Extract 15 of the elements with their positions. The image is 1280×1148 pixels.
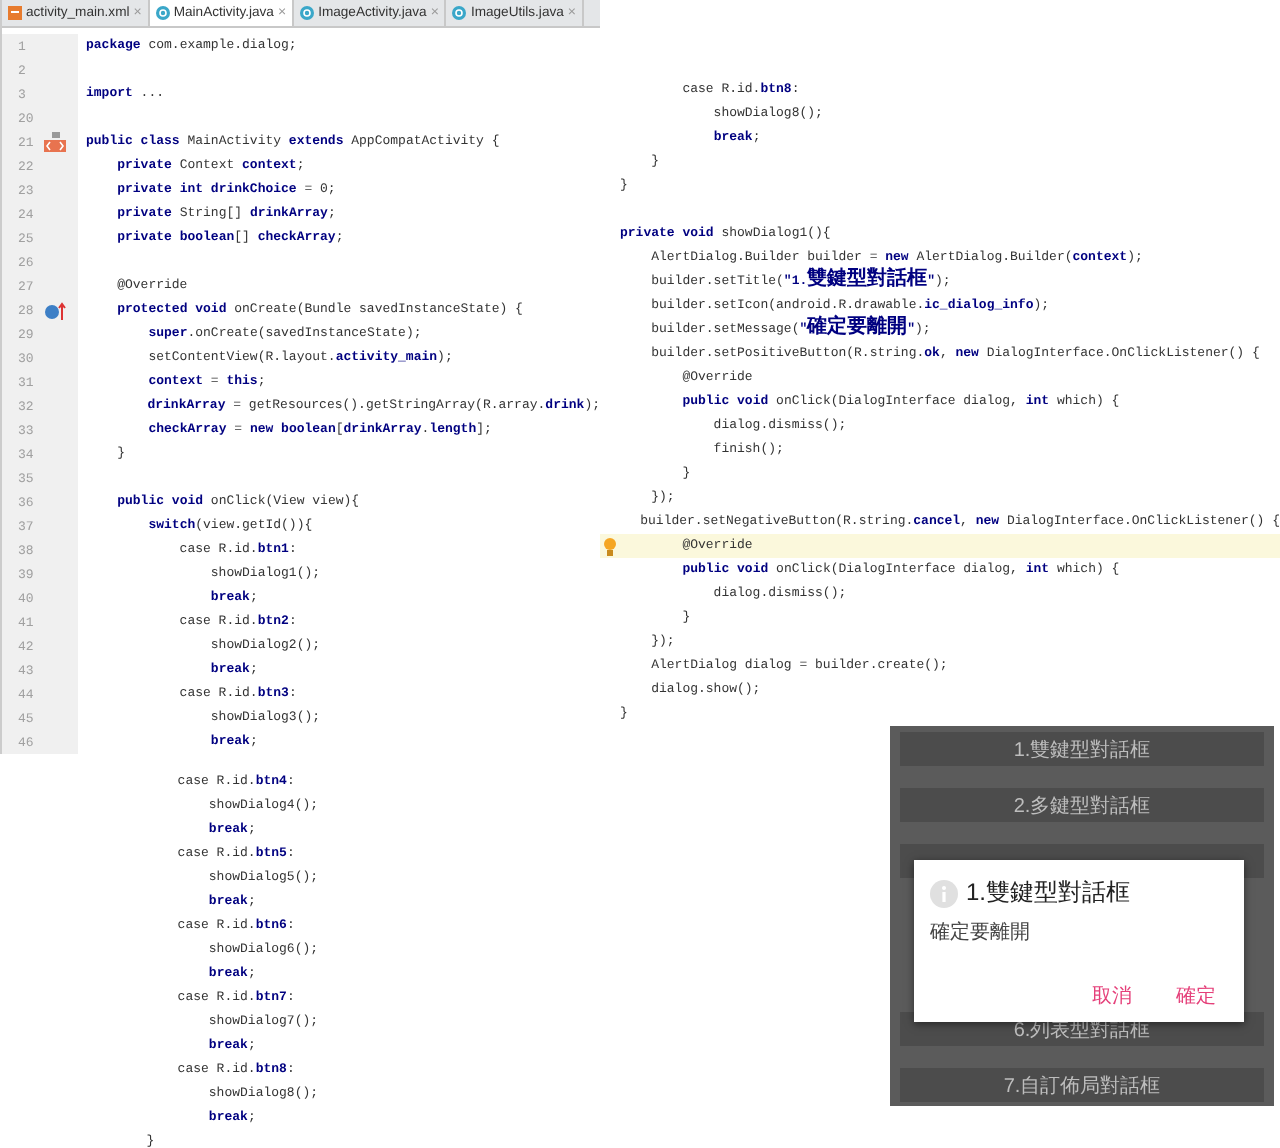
class-marker-icon[interactable]	[44, 132, 66, 152]
dialog-option-button[interactable]: 1.雙鍵型對話框	[900, 732, 1264, 766]
info-icon	[930, 879, 958, 907]
dialog-button[interactable]: 確定	[1176, 982, 1216, 1010]
dialog-button[interactable]: 取消	[1092, 982, 1132, 1010]
xml-file-icon	[8, 6, 22, 20]
dialog-title: 1.雙鍵型對話框	[966, 876, 1131, 910]
dialog-option-button[interactable]: 2.多鍵型對話框	[900, 788, 1264, 822]
class-file-icon	[300, 6, 315, 20]
override-marker-icon[interactable]	[44, 301, 66, 319]
dialog-message: 確定要離開	[930, 919, 1032, 946]
lightbulb-icon[interactable]	[604, 537, 616, 555]
dialog-option-button[interactable]: 7.自訂佈局對話框	[900, 1068, 1264, 1102]
class-file-icon	[452, 6, 467, 20]
class-file-icon	[155, 6, 170, 20]
